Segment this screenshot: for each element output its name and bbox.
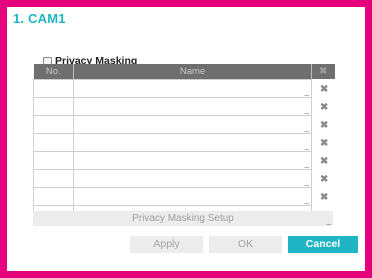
cancel-button[interactable]: Cancel [288,236,358,253]
column-header-name: Name [73,64,312,79]
table-header-row: No. Name ✖ [33,64,335,79]
row-name-field[interactable]: _ [73,186,312,206]
row-delete-button[interactable]: ✖ [311,115,335,133]
close-x-icon: ✖ [320,174,329,185]
row-number-cell [33,186,74,206]
row-number-cell [33,78,74,98]
privacy-masking-setup-button[interactable]: Privacy Masking Setup _ [33,211,333,226]
column-header-no: No. [33,64,74,79]
table-row: _✖ [33,150,335,170]
row-name-field[interactable]: _ [73,96,312,116]
edit-marker: _ [304,176,309,186]
row-number-cell [33,168,74,188]
row-name-field[interactable]: _ [73,150,312,170]
close-x-icon: ✖ [320,192,329,203]
apply-button[interactable]: Apply [130,236,203,253]
setup-edit-marker: _ [326,216,331,225]
row-delete-button[interactable]: ✖ [311,151,335,169]
ok-button[interactable]: OK [209,236,282,253]
row-number-cell [33,96,74,116]
row-delete-button[interactable]: ✖ [311,79,335,97]
edit-marker: _ [304,140,309,150]
row-number-cell [33,132,74,152]
table-row: _✖ [33,132,335,152]
row-delete-button[interactable]: ✖ [311,187,335,205]
edit-marker: _ [304,86,309,96]
close-x-icon: ✖ [320,138,329,149]
row-name-field[interactable]: _ [73,78,312,98]
row-number-cell [33,114,74,134]
row-delete-button[interactable]: ✖ [311,133,335,151]
row-name-field[interactable]: _ [73,132,312,152]
row-number-cell [33,150,74,170]
edit-marker: _ [304,104,309,114]
row-name-field[interactable]: _ [73,114,312,134]
table-row: _✖ [33,186,335,206]
row-name-field[interactable]: _ [73,168,312,188]
close-x-icon: ✖ [320,102,329,113]
edit-marker: _ [304,158,309,168]
close-x-icon: ✖ [319,66,328,77]
dialog-title: 1. CAM1 [13,11,66,26]
close-x-icon: ✖ [320,156,329,167]
edit-marker: _ [304,194,309,204]
row-delete-button[interactable]: ✖ [311,169,335,187]
close-x-icon: ✖ [320,84,329,95]
row-delete-button[interactable]: ✖ [311,97,335,115]
table-row: _✖ [33,168,335,188]
edit-marker: _ [304,122,309,132]
delete-all-button[interactable]: ✖ [311,64,335,79]
table-row: _✖ [33,78,335,98]
privacy-masking-setup-label: Privacy Masking Setup [132,213,234,224]
close-x-icon: ✖ [320,120,329,131]
table-row: _✖ [33,114,335,134]
table-row: _✖ [33,96,335,116]
privacy-mask-table: No. Name ✖ _✖_✖_✖_✖_✖_✖_✖_✖ [33,64,335,224]
